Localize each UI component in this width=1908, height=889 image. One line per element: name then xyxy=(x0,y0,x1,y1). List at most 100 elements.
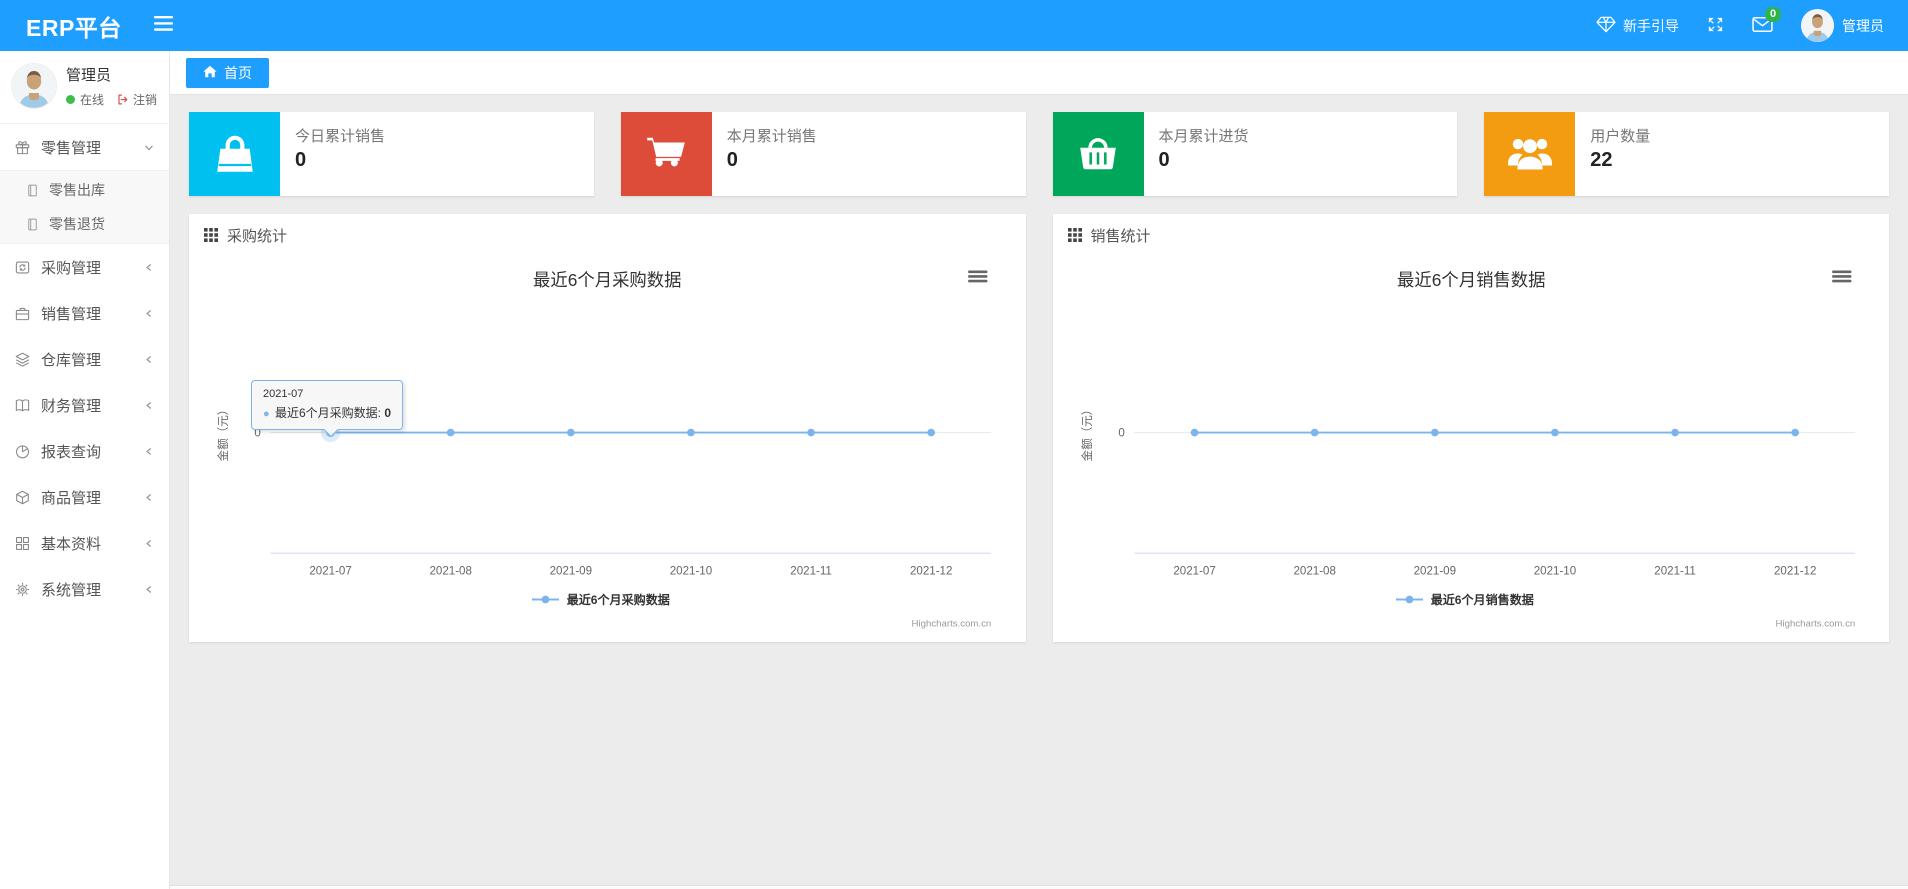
svg-text:2021-07: 2021-07 xyxy=(309,565,351,577)
svg-text:2021-09: 2021-09 xyxy=(550,565,592,577)
purchase-stats-panel: 采购统计 最近6个月采购数据 0 金额（元） 2021-07 2021-08 2021-0… xyxy=(189,214,1026,643)
sidebar-item-3[interactable]: 销售管理 xyxy=(0,290,169,336)
sidebar-item-9[interactable]: 系统管理 xyxy=(0,566,169,612)
chevron-left-icon xyxy=(143,262,155,273)
sidebar-item-6[interactable]: 报表查询 xyxy=(0,428,169,474)
warehouse-icon xyxy=(14,351,31,368)
stat-card-value: 0 xyxy=(1158,149,1170,171)
tab-bar: 首页 xyxy=(170,51,1908,95)
sidebar-item-8[interactable]: 基本资料 xyxy=(0,520,169,566)
users-icon xyxy=(1484,112,1576,196)
chart-credits[interactable]: Highcharts.com.cn xyxy=(912,619,992,630)
sales-stats-panel: 销售统计 最近6个月销售数据 0 金额（元） 2021-07 2021-08 2021-0… xyxy=(1052,214,1890,643)
sidebar-item-label: 财务管理 xyxy=(41,397,102,415)
goods-icon xyxy=(14,489,31,506)
hamburger-icon xyxy=(153,15,173,36)
stat-card-value: 0 xyxy=(726,149,738,171)
svg-text:2021-07: 2021-07 xyxy=(1173,565,1215,577)
sidebar-user-block: 管理员 在线 注销 xyxy=(0,51,169,124)
basic-icon xyxy=(14,535,31,552)
chart-credits[interactable]: Highcharts.com.cn xyxy=(1775,619,1855,630)
messages-button[interactable]: 0 xyxy=(1752,6,1782,36)
online-status-label: 在线 xyxy=(80,93,105,107)
sidebar-subitem-1[interactable]: 零售出库 xyxy=(0,173,169,207)
sidebar-item-5[interactable]: 财务管理 xyxy=(0,382,169,428)
chart-legend[interactable]: 最近6个月采购数据 xyxy=(531,592,670,607)
logout-icon xyxy=(116,93,129,106)
panel-header: 采购统计 xyxy=(189,214,1026,256)
bag-icon xyxy=(189,112,280,196)
system-icon xyxy=(14,581,31,598)
sidebar-item-label: 销售管理 xyxy=(41,305,102,323)
gift-icon xyxy=(14,139,31,156)
svg-text:2021-11: 2021-11 xyxy=(1654,565,1696,577)
cart-icon xyxy=(620,112,712,196)
panel-title: 销售统计 xyxy=(1090,227,1151,245)
panel-title: 采购统计 xyxy=(227,227,288,245)
chevron-left-icon xyxy=(143,446,155,457)
sidebar-toggle-button[interactable] xyxy=(153,15,173,36)
guide-label: 新手引导 xyxy=(1623,17,1679,34)
footer-divider xyxy=(170,885,1908,889)
report-icon xyxy=(14,443,31,460)
chevron-left-icon xyxy=(143,492,155,503)
stat-card-label: 今日累计销售 xyxy=(295,128,386,145)
stat-card-value: 22 xyxy=(1590,149,1613,171)
svg-text:2021-10: 2021-10 xyxy=(1533,565,1575,577)
dashboard-content: 今日累计销售 0 本月累计销售 0 本月累计进货 0 用户数量 22 采购统计 最近6个月采购… xyxy=(170,95,1908,659)
stat-card-4: 用户数量 22 xyxy=(1484,112,1889,196)
tab-home[interactable]: 首页 xyxy=(186,58,269,88)
svg-text:2021-08: 2021-08 xyxy=(429,565,471,577)
svg-text:金额（元）: 金额（元） xyxy=(216,404,230,462)
grid-icon xyxy=(204,228,218,242)
sidebar-item-4[interactable]: 仓库管理 xyxy=(0,336,169,382)
sidebar-item-7[interactable]: 商品管理 xyxy=(0,474,169,520)
user-menu[interactable]: 管理员 xyxy=(1801,9,1884,42)
stat-card-label: 用户数量 xyxy=(1590,128,1651,145)
chart-context-menu-button[interactable] xyxy=(968,270,988,283)
stat-card-2: 本月累计销售 0 xyxy=(620,112,1026,196)
svg-text:2021-11: 2021-11 xyxy=(790,565,832,577)
doc-icon xyxy=(25,183,40,198)
home-icon xyxy=(203,65,217,81)
chart-legend[interactable]: 最近6个月销售数据 xyxy=(1395,592,1533,607)
sidebar-item-label: 商品管理 xyxy=(41,489,102,507)
svg-text:2021-08: 2021-08 xyxy=(1293,565,1335,577)
navbar-avatar xyxy=(1801,9,1834,42)
purchase-trend-chart[interactable]: 最近6个月采购数据0金额（元）2021-07 2021-08 2021-09 2021… xyxy=(202,256,1013,632)
chevron-down-icon xyxy=(143,142,155,153)
sidebar-item-label: 报表查询 xyxy=(41,443,102,461)
sales-trend-chart[interactable]: 最近6个月销售数据 0 金额（元） 2021-07 2021-08 2021-09 2021… xyxy=(1066,256,1877,632)
sidebar-item-label: 仓库管理 xyxy=(41,351,102,369)
sidebar-avatar xyxy=(12,64,56,108)
svg-text:2021-12: 2021-12 xyxy=(910,565,952,577)
logout-button[interactable]: 注销 xyxy=(116,91,157,108)
stat-card-label: 本月累计进货 xyxy=(1158,128,1249,145)
svg-text:最近6个月销售数据: 最近6个月销售数据 xyxy=(1396,270,1545,290)
sidebar-item-2[interactable]: 采购管理 xyxy=(0,244,169,290)
chevron-left-icon xyxy=(143,584,155,595)
sidebar-subitem-2[interactable]: 零售退货 xyxy=(0,207,169,241)
chevron-left-icon xyxy=(143,308,155,319)
chart-context-menu-button[interactable] xyxy=(1831,270,1851,283)
svg-text:金额（元）: 金额（元） xyxy=(1080,404,1094,462)
sidebar-item-label: 系统管理 xyxy=(41,581,102,599)
panel-header: 销售统计 xyxy=(1053,214,1890,256)
chevron-left-icon xyxy=(143,354,155,365)
stat-cards-row: 今日累计销售 0 本月累计销售 0 本月累计进货 0 用户数量 22 xyxy=(189,112,1889,196)
svg-text:最近6个月销售数据: 最近6个月销售数据 xyxy=(1430,592,1533,607)
charts-row: 采购统计 最近6个月采购数据 0 金额（元） 2021-07 2021-08 2021-0… xyxy=(189,214,1890,643)
guide-button[interactable]: 新手引导 xyxy=(1596,16,1679,36)
fullscreen-button[interactable] xyxy=(1707,16,1724,36)
purchase-icon xyxy=(14,259,31,276)
sidebar-item-1[interactable]: 零售管理 xyxy=(0,124,169,170)
sidebar-subitem-label: 零售出库 xyxy=(49,182,105,198)
svg-text:最近6个月采购数据: 最近6个月采购数据 xyxy=(567,592,670,607)
sidebar-submenu: 零售出库零售退货 xyxy=(0,170,169,244)
navbar-username: 管理员 xyxy=(1842,17,1884,34)
app-brand: ERP平台 xyxy=(26,14,122,41)
chart-tooltip: 2021-07 ● 最近6个月采购数据: 0 xyxy=(251,380,404,438)
sales-icon xyxy=(14,305,31,322)
sidebar: 管理员 在线 注销 零售管理零售出库零售退货 采购管理销售管理仓库管理财务管理报表… xyxy=(0,51,170,889)
svg-text:最近6个月采购数据: 最近6个月采购数据 xyxy=(533,270,682,290)
